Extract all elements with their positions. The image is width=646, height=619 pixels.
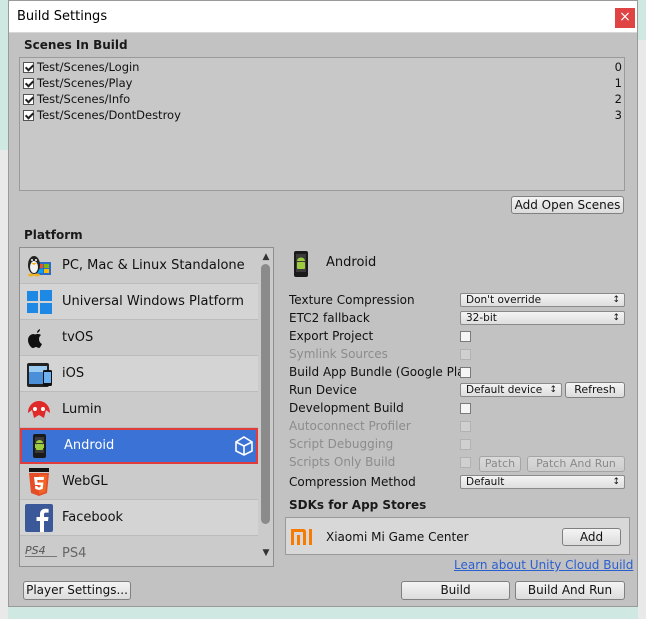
- ios-device-icon: [25, 360, 53, 388]
- scene-checkbox[interactable]: [23, 78, 34, 89]
- export-project-label: Export Project: [289, 329, 374, 343]
- platform-label: WebGL: [62, 474, 108, 489]
- player-settings-button[interactable]: Player Settings...: [23, 581, 131, 600]
- symlink-sources-label: Symlink Sources: [289, 347, 388, 361]
- compression-method-label: Compression Method: [289, 475, 416, 489]
- scene-name: Test/Scenes/Info: [37, 92, 131, 106]
- autoconnect-profiler-checkbox[interactable]: [460, 421, 471, 432]
- etc2-fallback-label: ETC2 fallback: [289, 311, 370, 325]
- lumin-icon: [25, 396, 53, 424]
- platform-settings-title: Android: [326, 255, 377, 270]
- development-build-checkbox[interactable]: [460, 403, 471, 414]
- scene-index: 0: [614, 60, 622, 74]
- autoconnect-profiler-label: Autoconnect Profiler: [289, 419, 411, 433]
- patch-button[interactable]: Patch: [479, 456, 521, 472]
- development-build-label: Development Build: [289, 401, 404, 415]
- scene-name: Test/Scenes/Play: [37, 76, 133, 90]
- platform-label: Android: [64, 438, 115, 453]
- platform-list: PC, Mac & Linux Standalone Universal Win…: [19, 247, 274, 567]
- platform-list-scrollbar[interactable]: ▲ ▼: [260, 252, 272, 558]
- facebook-icon: [25, 504, 53, 532]
- sdk-item-xiaomi: Xiaomi Mi Game Center Add: [285, 517, 630, 555]
- platform-item-ps4[interactable]: PS4 PS4: [20, 536, 258, 566]
- scroll-up-arrow-icon[interactable]: ▲: [260, 252, 272, 262]
- svg-text:PS4: PS4: [25, 544, 46, 557]
- symlink-sources-checkbox[interactable]: [460, 349, 471, 360]
- platform-item-uwp[interactable]: Universal Windows Platform: [20, 284, 258, 320]
- android-icon: [25, 432, 53, 460]
- export-project-checkbox[interactable]: [460, 331, 471, 342]
- scene-name: Test/Scenes/Login: [37, 60, 140, 74]
- ps4-icon: PS4: [25, 542, 59, 566]
- platform-label: Facebook: [62, 510, 124, 525]
- script-debugging-checkbox[interactable]: [460, 439, 471, 450]
- refresh-devices-button[interactable]: Refresh: [565, 382, 625, 398]
- build-app-bundle-label: Build App Bundle (Google Play): [289, 365, 462, 379]
- scenes-in-build-header: Scenes In Build: [24, 38, 128, 52]
- scene-row[interactable]: Test/Scenes/Info 2: [22, 92, 622, 108]
- sdk-name: Xiaomi Mi Game Center: [326, 530, 469, 544]
- windows-icon: [25, 288, 53, 316]
- platform-item-webgl[interactable]: WebGL: [20, 464, 258, 500]
- html5-icon: [25, 468, 53, 496]
- patch-and-run-button[interactable]: Patch And Run: [527, 456, 625, 472]
- texture-compression-label: Texture Compression: [289, 293, 415, 307]
- unity-active-platform-icon: [234, 436, 254, 456]
- unity-cloud-build-link[interactable]: Learn about Unity Cloud Build: [454, 558, 633, 572]
- scene-row[interactable]: Test/Scenes/Play 1: [22, 76, 622, 92]
- scene-row[interactable]: Test/Scenes/DontDestroy 3: [22, 108, 622, 124]
- mi-logo-icon: [290, 527, 314, 547]
- platform-label: tvOS: [62, 330, 94, 345]
- scrollbar-thumb[interactable]: [261, 264, 270, 524]
- run-device-dropdown[interactable]: Default device: [460, 383, 562, 397]
- platform-item-standalone[interactable]: PC, Mac & Linux Standalone: [20, 248, 258, 284]
- add-open-scenes-button[interactable]: Add Open Scenes: [511, 196, 624, 214]
- compression-method-dropdown[interactable]: Default: [460, 475, 625, 489]
- title-bar: Build Settings ×: [9, 1, 637, 33]
- platform-header: Platform: [24, 228, 83, 242]
- background-editor-right: [638, 40, 646, 619]
- build-and-run-button[interactable]: Build And Run: [515, 581, 625, 600]
- build-button[interactable]: Build: [401, 581, 510, 600]
- platform-label: PS4: [62, 546, 87, 561]
- standalone-icon: [25, 252, 53, 280]
- scripts-only-build-checkbox[interactable]: [460, 457, 471, 468]
- scene-index: 3: [614, 108, 622, 122]
- sdks-header: SDKs for App Stores: [289, 498, 427, 512]
- platform-item-facebook[interactable]: Facebook: [20, 500, 258, 536]
- android-title-icon: [291, 250, 311, 278]
- run-device-label: Run Device: [289, 383, 357, 397]
- scripts-only-build-label: Scripts Only Build: [289, 455, 396, 469]
- platform-label: iOS: [62, 366, 85, 381]
- texture-compression-dropdown[interactable]: Don't override: [460, 293, 625, 307]
- scene-row[interactable]: Test/Scenes/Login 0: [22, 60, 622, 76]
- platform-label: PC, Mac & Linux Standalone: [62, 258, 245, 273]
- platform-item-android[interactable]: Android: [20, 428, 258, 464]
- scroll-down-arrow-icon[interactable]: ▼: [260, 548, 272, 558]
- platform-item-ios[interactable]: iOS: [20, 356, 258, 392]
- apple-tv-icon: [25, 324, 53, 352]
- platform-label: Universal Windows Platform: [62, 294, 244, 309]
- scene-checkbox[interactable]: [23, 94, 34, 105]
- add-sdk-button[interactable]: Add: [562, 528, 621, 546]
- scenes-list: Test/Scenes/Login 0 Test/Scenes/Play 1 T…: [19, 57, 625, 191]
- platform-item-tvos[interactable]: tvOS: [20, 320, 258, 356]
- background-editor-left: [0, 150, 8, 619]
- build-settings-window: Build Settings × Scenes In Build Test/Sc…: [8, 0, 638, 607]
- etc2-fallback-dropdown[interactable]: 32-bit: [460, 311, 625, 325]
- platform-item-lumin[interactable]: Lumin: [20, 392, 258, 428]
- close-button[interactable]: ×: [615, 8, 635, 28]
- script-debugging-label: Script Debugging: [289, 437, 394, 451]
- build-app-bundle-checkbox[interactable]: [460, 367, 471, 378]
- scene-checkbox[interactable]: [23, 110, 34, 121]
- window-title: Build Settings: [17, 9, 108, 24]
- platform-label: Lumin: [62, 402, 102, 417]
- scene-index: 1: [614, 76, 622, 90]
- scene-checkbox[interactable]: [23, 62, 34, 73]
- scene-name: Test/Scenes/DontDestroy: [37, 108, 181, 122]
- scene-index: 2: [614, 92, 622, 106]
